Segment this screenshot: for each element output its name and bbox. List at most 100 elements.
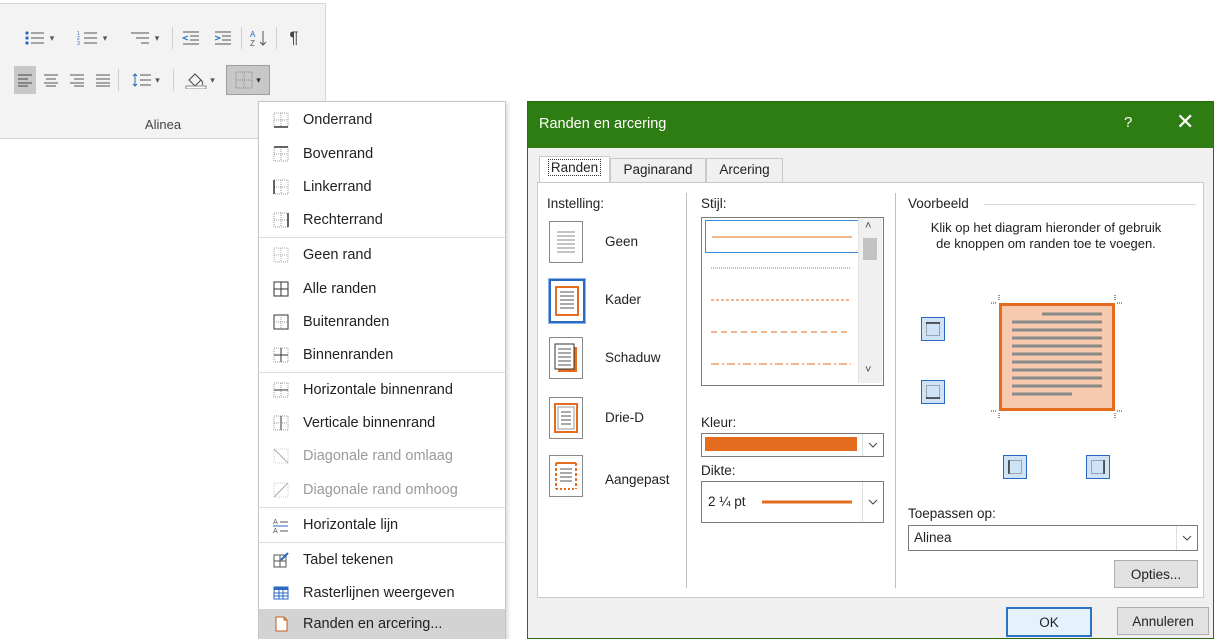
decrease-indent-button[interactable] [177, 24, 205, 52]
menu-item-buitenranden[interactable]: Buitenranden [259, 305, 505, 338]
scroll-down-icon[interactable]: ˅ [865, 364, 871, 376]
style-option-dash[interactable] [705, 316, 857, 347]
svg-text:Z: Z [250, 39, 255, 47]
borders-button[interactable]: ▾ [226, 65, 270, 95]
setting-none-icon [557, 231, 575, 253]
setting-custom-icon [555, 462, 577, 490]
style-option-dotted[interactable] [705, 252, 857, 283]
preview-diagram[interactable] [991, 295, 1123, 419]
menu-item-geen-rand[interactable]: Geen rand [259, 238, 505, 271]
tab-label: Arcering [719, 162, 770, 177]
options-button[interactable]: Opties... [1114, 560, 1198, 588]
top-border-toggle[interactable] [921, 317, 945, 341]
menu-item-verticale-binnenrand[interactable]: Verticale binnenrand [259, 406, 505, 439]
shading-button[interactable]: ▾ [178, 66, 222, 94]
chevron-down-icon: ▾ [102, 32, 108, 43]
style-option-dash-dot[interactable] [705, 348, 857, 379]
width-dropdown[interactable]: 2 ¼ pt [701, 481, 884, 523]
scroll-up-icon[interactable]: ˄ [865, 220, 871, 232]
style-option-solid[interactable] [705, 220, 859, 253]
setting-none-button[interactable] [549, 221, 583, 263]
column-divider [686, 193, 687, 588]
ribbon-row-2: ▾ ▾ ▾ [14, 65, 270, 95]
svg-text:A: A [273, 519, 278, 526]
paint-bucket-icon [185, 73, 207, 89]
menu-item-horizontale-binnenrand[interactable]: Horizontale binnenrand [259, 373, 505, 406]
chevron-down-icon[interactable] [862, 482, 883, 522]
align-left-button[interactable] [14, 66, 36, 94]
chevron-down-icon: ▾ [210, 74, 215, 85]
justify-button[interactable] [92, 66, 114, 94]
chevron-down-icon: ▾ [155, 74, 160, 85]
svg-text:A: A [273, 528, 278, 533]
setting-box-button[interactable] [549, 279, 585, 323]
line-spacing-button[interactable]: ▾ [123, 66, 169, 94]
setting-box-label: Kader [605, 292, 642, 307]
borders-and-shading-dialog: Randen en arcering ? ✕ Randen Paginarand… [527, 101, 1214, 639]
line-spacing-icon [132, 73, 152, 87]
menu-item-linkerrand[interactable]: Linkerrand [259, 170, 505, 203]
bullets-button[interactable]: ▾ [14, 24, 64, 52]
menu-item-label: Rasterlijnen weergeven [303, 584, 455, 601]
sort-button[interactable]: AZ [246, 24, 272, 52]
setting-custom-label: Aangepast [605, 472, 670, 487]
setting-shadow-button[interactable] [549, 337, 583, 379]
scrollbar-thumb[interactable] [863, 238, 877, 260]
inside-vertical-border-icon [273, 415, 289, 430]
help-button[interactable]: ? [1124, 114, 1132, 131]
ok-button[interactable]: OK [1006, 607, 1092, 637]
dotted-line-icon [711, 267, 851, 268]
menu-item-randen-en-arcering[interactable]: Randen en arcering... [259, 609, 505, 639]
chevron-down-icon[interactable] [1176, 526, 1197, 550]
menu-item-label: Geen rand [303, 246, 372, 263]
show-formatting-button[interactable]: ¶ [281, 24, 307, 52]
menu-item-bovenrand[interactable]: Bovenrand [259, 137, 505, 170]
chevron-down-icon: ▾ [49, 32, 55, 43]
tab-paginarand[interactable]: Paginarand [610, 158, 706, 183]
apply-to-dropdown[interactable]: Alinea [908, 525, 1198, 551]
increase-indent-button[interactable] [209, 24, 237, 52]
multilevel-list-button[interactable]: ▾ [120, 24, 168, 52]
top-border-icon [273, 145, 289, 161]
style-listbox[interactable]: ˄ ˅ [701, 217, 884, 386]
close-button[interactable]: ✕ [1176, 109, 1194, 135]
all-borders-icon [273, 281, 289, 296]
dash-line-icon [711, 331, 851, 332]
ribbon-separator [172, 27, 173, 49]
horizontal-line-icon: AA [273, 519, 288, 533]
multilevel-list-icon [130, 32, 149, 44]
tab-arcering[interactable]: Arcering [706, 158, 783, 183]
dialog-title: Randen en arcering [539, 116, 667, 132]
bottom-border-toggle[interactable] [921, 380, 945, 404]
setting-custom-button[interactable] [549, 455, 583, 497]
menu-item-tabel-tekenen[interactable]: Tabel tekenen [259, 543, 505, 576]
style-option-small-dash[interactable] [705, 284, 857, 315]
cancel-button[interactable]: Annuleren [1117, 607, 1209, 635]
menu-item-diagonale-rand-omhoog[interactable]: Diagonale rand omhoog [259, 473, 505, 506]
setting-box-icon [555, 286, 579, 316]
left-border-toggle[interactable] [1003, 455, 1027, 479]
menu-item-diagonale-rand-omlaag[interactable]: Diagonale rand omlaag [259, 439, 505, 472]
right-border-toggle[interactable] [1086, 455, 1110, 479]
numbering-button[interactable]: 123 ▾ [68, 24, 116, 52]
ribbon-separator [173, 69, 174, 91]
menu-item-horizontale-lijn[interactable]: AA Horizontale lijn [259, 508, 505, 541]
menu-item-rechterrand[interactable]: Rechterrand [259, 203, 505, 236]
style-list-scrollbar[interactable]: ˄ ˅ [858, 218, 882, 383]
menu-item-binnenranden[interactable]: Binnenranden [259, 338, 505, 371]
align-center-button[interactable] [40, 66, 62, 94]
numbering-icon: 123 [77, 31, 97, 46]
chevron-down-icon[interactable] [862, 434, 883, 456]
menu-item-alle-randen[interactable]: Alle randen [259, 272, 505, 305]
menu-item-rasterlijnen-weergeven[interactable]: Rasterlijnen weergeven [259, 576, 505, 609]
instelling-label: Instelling: [547, 196, 605, 211]
stijl-label: Stijl: [701, 196, 727, 211]
left-border-icon [273, 179, 289, 194]
align-right-icon [70, 74, 84, 87]
color-picker[interactable] [701, 433, 884, 457]
align-right-button[interactable] [66, 66, 88, 94]
menu-item-onderrand[interactable]: Onderrand [259, 103, 505, 136]
diagonal-up-border-icon [273, 482, 289, 497]
setting-3d-button[interactable] [549, 397, 583, 439]
tab-randen[interactable]: Randen [539, 156, 610, 184]
